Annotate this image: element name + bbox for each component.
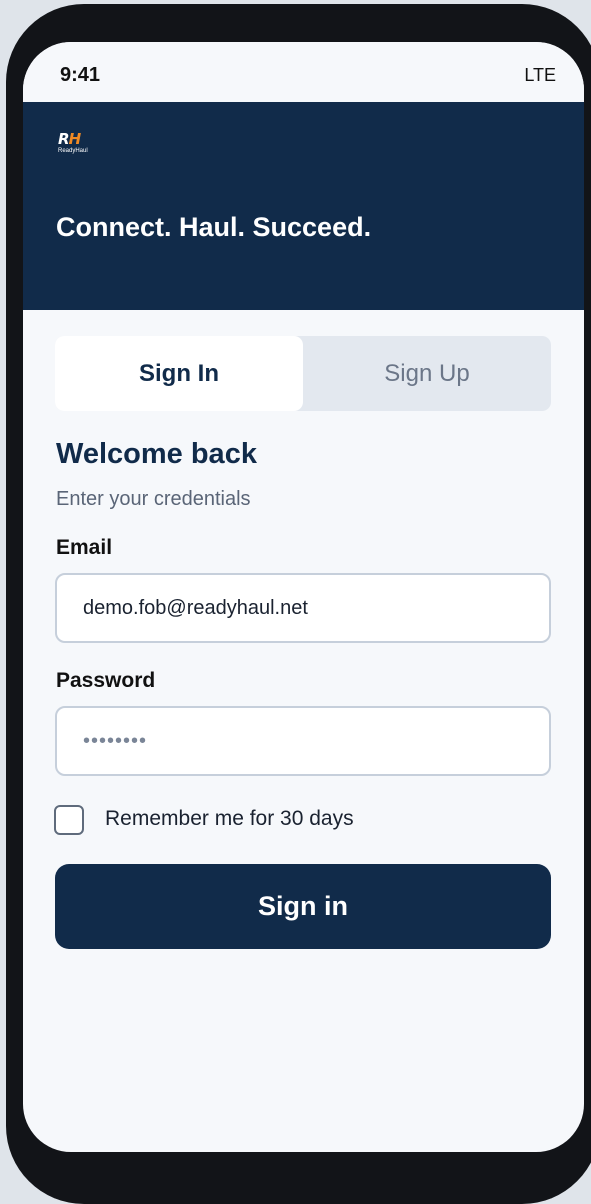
password-field[interactable] bbox=[55, 706, 551, 776]
tagline: Connect. Haul. Succeed. bbox=[56, 212, 372, 242]
logo-text: ReadyHaul bbox=[58, 148, 88, 154]
network-indicator: LTE bbox=[524, 65, 556, 85]
tab-sign-up[interactable]: Sign Up bbox=[303, 336, 551, 411]
tab-sign-in[interactable]: Sign In bbox=[55, 336, 303, 411]
logo-mark-main: R bbox=[58, 130, 70, 148]
logo-mark-accent: H bbox=[68, 130, 82, 148]
remember-me-label: Remember me for 30 days bbox=[105, 807, 354, 830]
logo-mark: RH bbox=[58, 132, 98, 147]
auth-tabs: Sign In Sign Up bbox=[55, 336, 551, 411]
form-subtitle: Enter your credentials bbox=[56, 488, 251, 510]
status-time: 9:41 bbox=[60, 64, 101, 86]
app-screen: 9:41 LTE RH ReadyHaul Connect. Haul. Suc… bbox=[23, 42, 584, 1152]
email-field[interactable] bbox=[55, 573, 551, 643]
app-header: RH ReadyHaul Connect. Haul. Succeed. bbox=[23, 102, 584, 310]
form-title: Welcome back bbox=[56, 438, 257, 470]
readyhaul-logo: RH ReadyHaul bbox=[58, 132, 98, 155]
status-bar: 9:41 LTE bbox=[23, 42, 584, 102]
email-label: Email bbox=[56, 536, 113, 559]
remember-me-checkbox[interactable] bbox=[54, 805, 84, 835]
password-label: Password bbox=[56, 669, 156, 692]
sign-in-button[interactable]: Sign in bbox=[55, 864, 551, 949]
